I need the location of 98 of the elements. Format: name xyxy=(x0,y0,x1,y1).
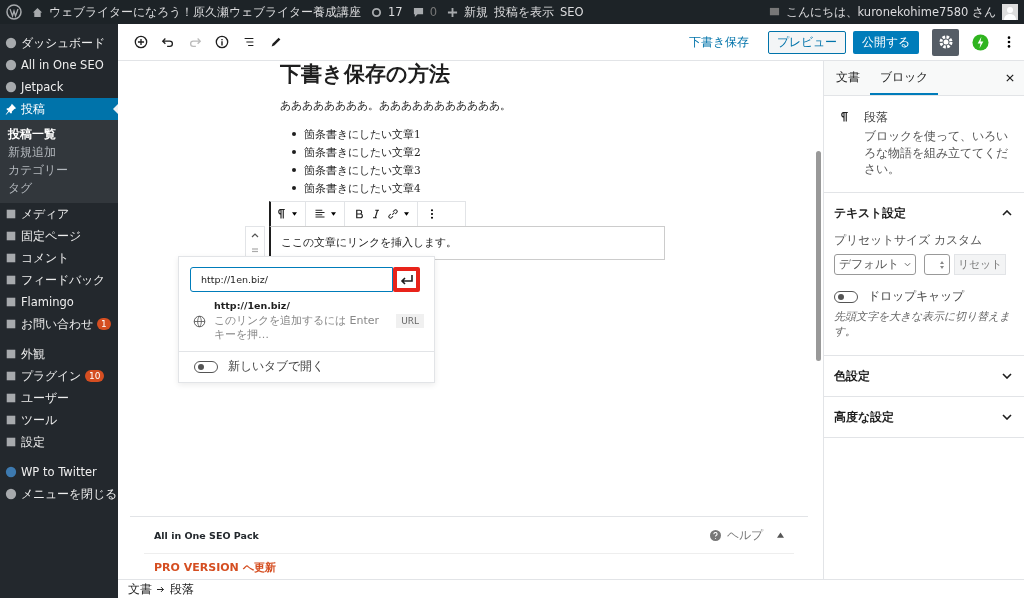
view-post-link[interactable]: 投稿を表示 xyxy=(493,4,554,20)
caret-icon[interactable] xyxy=(331,212,336,216)
scrollbar[interactable] xyxy=(816,151,821,361)
block-name: 段落 xyxy=(864,110,889,125)
link-icon[interactable] xyxy=(387,208,399,220)
chevron-icon xyxy=(1002,414,1012,420)
publish-button[interactable]: 公開する xyxy=(853,30,919,54)
menu-item[interactable]: WP to Twitter xyxy=(0,461,118,483)
block-description: ブロックを使って、いろいろな物語を組み立ててください。 xyxy=(864,128,1009,178)
menu-item[interactable]: 固定ページ xyxy=(0,225,118,247)
suggestion-type-tag: URL xyxy=(396,314,424,329)
close-icon[interactable] xyxy=(1006,74,1014,82)
chevron-icon xyxy=(1002,210,1012,216)
new-tab-label: 新しいタブで開く xyxy=(228,359,324,375)
outline-icon[interactable] xyxy=(242,35,256,49)
submit-link-button[interactable] xyxy=(393,267,420,292)
settings-button[interactable] xyxy=(932,28,959,56)
caret-icon[interactable] xyxy=(404,212,409,216)
post-title[interactable]: 下書き保存の方法 xyxy=(280,61,680,87)
help-link[interactable]: ヘルプ xyxy=(727,527,763,543)
updates-icon xyxy=(371,6,382,18)
menu-item[interactable]: 投稿 xyxy=(0,98,118,120)
url-input-field[interactable]: http://1en.biz/ xyxy=(190,267,393,292)
pin-icon xyxy=(5,103,17,115)
list-item[interactable]: 箇条書きにしたい文章2 xyxy=(292,143,421,161)
spinner-icon[interactable] xyxy=(940,260,944,269)
custom-size-label: カスタム xyxy=(934,233,982,248)
menu-item[interactable]: Jetpack xyxy=(0,76,118,98)
paragraph-icon[interactable] xyxy=(275,208,287,220)
section-header[interactable]: 色設定 xyxy=(824,356,1024,396)
move-up-icon[interactable] xyxy=(251,231,259,238)
list-item[interactable]: 箇条書きにしたい文章3 xyxy=(292,161,421,179)
home-icon xyxy=(32,6,43,18)
submenu-item[interactable]: 投稿一覧 xyxy=(0,125,118,143)
preview-button[interactable]: プレビュー xyxy=(768,30,846,54)
meta-box-title: All in One SEO Pack xyxy=(154,529,259,541)
new-link[interactable]: 新規 xyxy=(463,4,488,20)
help-icon xyxy=(710,529,721,541)
menu-item[interactable]: ユーザー xyxy=(0,387,118,409)
count-badge: 10 xyxy=(85,370,105,382)
menu-item[interactable]: 外観 xyxy=(0,343,118,365)
menu-item[interactable]: お問い合わせ 1 xyxy=(0,313,118,335)
chevron-icon xyxy=(1002,373,1012,379)
seo-link[interactable]: SEO xyxy=(559,5,584,19)
breadcrumb-item[interactable]: 段落 xyxy=(170,581,194,597)
section-header[interactable]: テキスト設定 xyxy=(824,193,1024,233)
site-title-link[interactable]: ウェブライターになろう！原久瀬ウェブライター養成講座 xyxy=(49,4,361,20)
globe-icon xyxy=(193,314,206,328)
preset-size-label: プリセットサイズ xyxy=(834,233,931,248)
panel-tab[interactable]: ブロック xyxy=(870,61,938,95)
menu-item[interactable]: ツール xyxy=(0,409,118,431)
arrow-icon xyxy=(157,585,165,593)
bold-icon[interactable] xyxy=(353,208,365,220)
updates-count[interactable]: 17 xyxy=(388,5,403,19)
menu-item[interactable]: フィードバック xyxy=(0,269,118,291)
panel-tab[interactable]: 文書 xyxy=(826,61,870,95)
info-icon[interactable] xyxy=(215,35,229,49)
plus-icon xyxy=(446,6,458,18)
pro-version-link[interactable]: PRO VERSION へ更新 xyxy=(144,554,794,579)
count-badge: 1 xyxy=(97,318,111,330)
align-icon[interactable] xyxy=(314,208,326,220)
menu-item[interactable]: Flamingo xyxy=(0,291,118,313)
list-item[interactable]: 箇条書きにしたい文章4 xyxy=(292,179,421,197)
drop-cap-label: ドロップキャップ xyxy=(868,289,964,304)
menu-item[interactable]: ダッシュボード xyxy=(0,32,118,54)
menu-item[interactable]: コメント xyxy=(0,247,118,269)
pencil-icon[interactable] xyxy=(269,35,283,49)
caret-icon xyxy=(904,262,911,267)
section-header[interactable]: 高度な設定 xyxy=(824,397,1024,437)
enter-icon xyxy=(399,273,414,286)
submenu-item[interactable]: タグ xyxy=(0,179,118,197)
paragraph-block[interactable]: ああああああああ。あああああああああああ。 xyxy=(280,99,680,113)
breadcrumb-item[interactable]: 文書 xyxy=(128,581,152,597)
menu-item[interactable]: メニューを閉じる xyxy=(0,483,118,505)
drag-handle-icon[interactable] xyxy=(251,246,259,253)
custom-size-input-field[interactable] xyxy=(924,254,950,275)
suggestion-title: http://1en.biz/ xyxy=(214,300,291,311)
undo-icon[interactable] xyxy=(161,35,175,49)
paragraph-icon xyxy=(838,110,850,124)
preset-size-select[interactable]: デフォルト xyxy=(834,254,916,275)
wordpress-logo-icon[interactable] xyxy=(6,4,22,20)
menu-item[interactable]: メディア xyxy=(0,203,118,225)
link-suggestion[interactable]: http://1en.biz/ このリンクを追加するには Enter キーを押… URL xyxy=(179,292,434,343)
submenu-item[interactable]: カテゴリー xyxy=(0,161,118,179)
menu-item[interactable]: All in One SEO xyxy=(0,54,118,76)
italic-icon[interactable] xyxy=(370,208,382,220)
caret-icon[interactable] xyxy=(292,212,297,216)
greeting-link[interactable]: こんにちは、kuronekohime7580 さん xyxy=(785,4,996,20)
drop-cap-help: 先頭文字を大きな表示に切り替えます。 xyxy=(834,309,1011,339)
save-draft-button[interactable]: 下書き保存 xyxy=(683,34,755,50)
menu-item[interactable]: 設定 xyxy=(0,431,118,453)
menu-item[interactable]: プラグイン 10 xyxy=(0,365,118,387)
add-block-icon[interactable] xyxy=(134,35,148,49)
collapse-triangle-icon[interactable] xyxy=(777,532,784,538)
list-item[interactable]: 箇条書きにしたい文章1 xyxy=(292,125,421,143)
suggestion-hint: このリンクを追加するには Enter キーを押… xyxy=(214,314,381,343)
submenu-item[interactable]: 新規追加 xyxy=(0,143,118,161)
comments-count[interactable]: 0 xyxy=(429,5,437,19)
